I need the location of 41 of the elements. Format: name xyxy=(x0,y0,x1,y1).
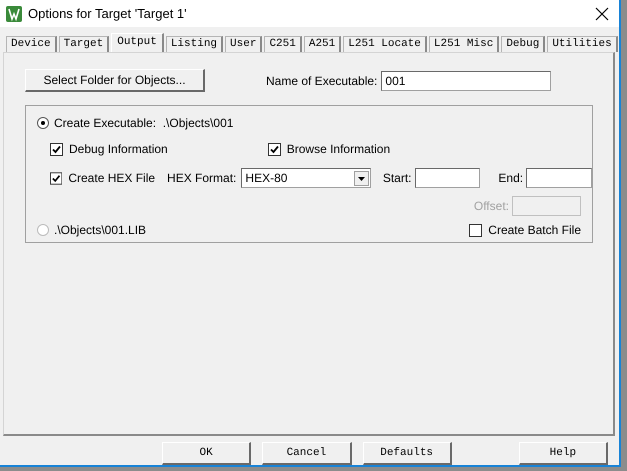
select-folder-button[interactable]: Select Folder for Objects... xyxy=(25,69,205,92)
checkbox-label: Browse Information xyxy=(286,142,390,156)
checkbox[interactable] xyxy=(50,142,63,156)
radio-button[interactable] xyxy=(37,117,49,130)
checkbox[interactable] xyxy=(469,224,482,237)
radio-label: .\Objects\001.LIB xyxy=(54,223,146,238)
checkbox[interactable] xyxy=(268,142,281,156)
close-icon[interactable] xyxy=(595,6,609,21)
field-label: Name of Executable: xyxy=(266,74,378,88)
tab[interactable]: Target xyxy=(58,36,110,52)
tab[interactable]: L251 Locate xyxy=(343,36,427,52)
dialog-button[interactable]: Cancel xyxy=(262,442,352,465)
tab[interactable]: A251 xyxy=(304,36,342,52)
dialog-button[interactable]: Defaults xyxy=(362,442,452,465)
input-field[interactable] xyxy=(526,168,592,188)
field-label: Offset: xyxy=(474,199,509,214)
dialog-button[interactable]: OK xyxy=(162,442,252,465)
app-icon xyxy=(6,6,22,22)
tab[interactable]: Debug xyxy=(501,36,546,52)
checkbox-label: Debug Information xyxy=(69,142,168,156)
window-title: Options for Target 'Target 1' xyxy=(28,6,188,22)
input-field xyxy=(512,196,581,216)
checkbox[interactable] xyxy=(50,172,62,185)
radio-label: Create Executable: .\Objects\001 xyxy=(54,116,234,130)
checkbox-label: Create Batch File xyxy=(488,223,581,238)
tab[interactable]: L251 Misc xyxy=(428,36,500,52)
tab[interactable]: Utilities xyxy=(547,36,618,52)
tab[interactable]: C251 xyxy=(264,36,302,52)
dropdown[interactable]: HEX-80 xyxy=(241,168,371,188)
field-label: End: xyxy=(498,171,524,186)
checkbox-label: Create HEX File xyxy=(68,171,156,186)
dialog-button[interactable]: Help xyxy=(518,442,608,465)
field-label: Start: xyxy=(382,171,412,186)
tab[interactable]: Listing xyxy=(166,36,224,52)
radio-button[interactable] xyxy=(37,224,49,236)
input-field[interactable] xyxy=(414,168,480,188)
field-label: HEX Format: xyxy=(167,171,236,186)
tab[interactable]: User xyxy=(225,36,262,52)
tab[interactable]: Device xyxy=(6,36,57,52)
tab[interactable]: Output xyxy=(111,33,164,52)
input-field[interactable]: 001 xyxy=(381,70,552,91)
